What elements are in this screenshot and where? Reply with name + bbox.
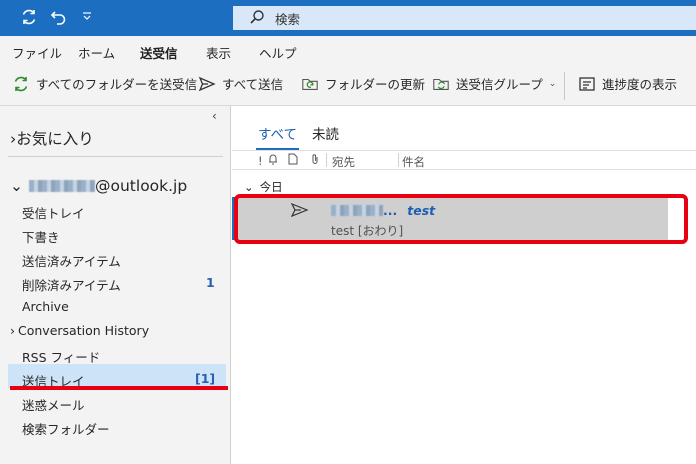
update-folder-button[interactable]: フォルダーの更新 xyxy=(301,74,425,93)
send-all-label: すべて送信 xyxy=(222,77,284,92)
message-highlight-box xyxy=(234,194,688,244)
send-all-button[interactable]: すべて送信 xyxy=(198,74,283,93)
tab-all[interactable]: すべて xyxy=(255,123,300,150)
collapse-pane-icon[interactable]: ‹ xyxy=(212,109,217,123)
attachment-icon[interactable] xyxy=(310,153,320,168)
chevron-right-icon: › xyxy=(10,323,15,338)
folder-deleted[interactable]: 削除済みアイテム xyxy=(22,275,121,294)
folder-archive[interactable]: Archive xyxy=(22,299,69,314)
show-progress-label: 進捗度の表示 xyxy=(602,77,678,92)
account-header[interactable]: ⌄ @outlook.jp xyxy=(10,177,187,195)
folder-drafts[interactable]: 下書き xyxy=(22,227,60,246)
update-folder-label: フォルダーの更新 xyxy=(325,77,426,92)
tab-unread[interactable]: 未読 xyxy=(312,123,339,143)
send-receive-all-button[interactable]: すべてのフォルダーを送受信 xyxy=(12,74,197,93)
to-column[interactable]: 宛先 xyxy=(332,154,355,170)
search-placeholder: 検索 xyxy=(275,11,301,27)
favorites-label: お気に入り xyxy=(16,130,94,148)
folder-pane: ‹ ›お気に入り ⌄ @outlook.jp 受信トレイ 下書き 送信済みアイテ… xyxy=(0,106,231,464)
folder-rss[interactable]: RSS フィード xyxy=(22,347,100,366)
folder-inbox[interactable]: 受信トレイ xyxy=(22,203,85,222)
folder-sent[interactable]: 送信済みアイテム xyxy=(22,251,121,270)
account-name-blurred xyxy=(29,180,95,192)
importance-column[interactable]: ! xyxy=(258,154,263,168)
outbox-highlight-underline xyxy=(10,386,228,390)
folder-junk[interactable]: 迷惑メール xyxy=(22,395,85,414)
menu-bar: ファイル ホーム 送受信 表示 ヘルプ xyxy=(0,36,696,67)
search-box[interactable]: 検索 xyxy=(233,6,696,30)
document-icon[interactable] xyxy=(288,153,298,168)
sync-icon[interactable] xyxy=(20,8,38,30)
tab-help[interactable]: ヘルプ xyxy=(259,43,297,62)
message-list: すべて 未読 ! 宛先 件名 ⌄ 今日 ... test test [おわり] xyxy=(232,106,696,464)
tab-view[interactable]: 表示 xyxy=(206,43,231,62)
conversation-history-label: Conversation History xyxy=(18,323,150,338)
account-domain: @outlook.jp xyxy=(95,177,188,195)
group-header-today[interactable]: ⌄ 今日 xyxy=(244,179,283,195)
favorites-header[interactable]: ›お気に入り xyxy=(10,127,94,149)
search-icon xyxy=(249,9,265,28)
ribbon-separator xyxy=(564,72,565,100)
send-receive-groups-label: 送受信グループ xyxy=(456,77,543,92)
chevron-down-icon: ⌄ xyxy=(10,177,23,195)
tab-file[interactable]: ファイル xyxy=(12,43,62,62)
column-header: ! 宛先 件名 xyxy=(232,150,696,170)
folder-search[interactable]: 検索フォルダー xyxy=(22,419,110,438)
folder-conversation-history[interactable]: › Conversation History xyxy=(10,323,149,338)
deleted-count-badge: 1 xyxy=(206,275,215,290)
send-receive-all-label: すべてのフォルダーを送受信 xyxy=(36,77,198,92)
column-separator[interactable] xyxy=(326,153,327,167)
chevron-down-icon: ⌄ xyxy=(244,180,254,194)
title-bar: 検索 xyxy=(0,0,696,36)
progress-icon xyxy=(578,75,596,93)
show-progress-button[interactable]: 進捗度の表示 xyxy=(578,74,677,93)
ribbon: すべてのフォルダーを送受信 すべて送信 フォルダーの更新 送受信グループ ⌄ 進… xyxy=(0,64,696,106)
undo-icon[interactable] xyxy=(50,8,68,30)
divider xyxy=(8,156,223,157)
tab-send-receive[interactable]: 送受信 xyxy=(140,43,178,67)
send-receive-groups-button[interactable]: 送受信グループ ⌄ xyxy=(432,74,556,93)
outbox-count-badge: [1] xyxy=(195,371,216,386)
subject-column[interactable]: 件名 xyxy=(402,154,425,170)
send-receive-group-icon xyxy=(432,75,450,93)
folder-refresh-icon xyxy=(301,75,319,93)
group-label: 今日 xyxy=(259,180,283,194)
reminder-icon[interactable] xyxy=(268,153,278,168)
send-icon xyxy=(198,75,216,93)
chevron-down-icon: ⌄ xyxy=(548,78,557,89)
sync-all-icon xyxy=(12,75,30,93)
customize-toolbar-icon[interactable] xyxy=(82,11,92,24)
column-separator[interactable] xyxy=(398,153,399,167)
tab-home[interactable]: ホーム xyxy=(78,43,115,62)
